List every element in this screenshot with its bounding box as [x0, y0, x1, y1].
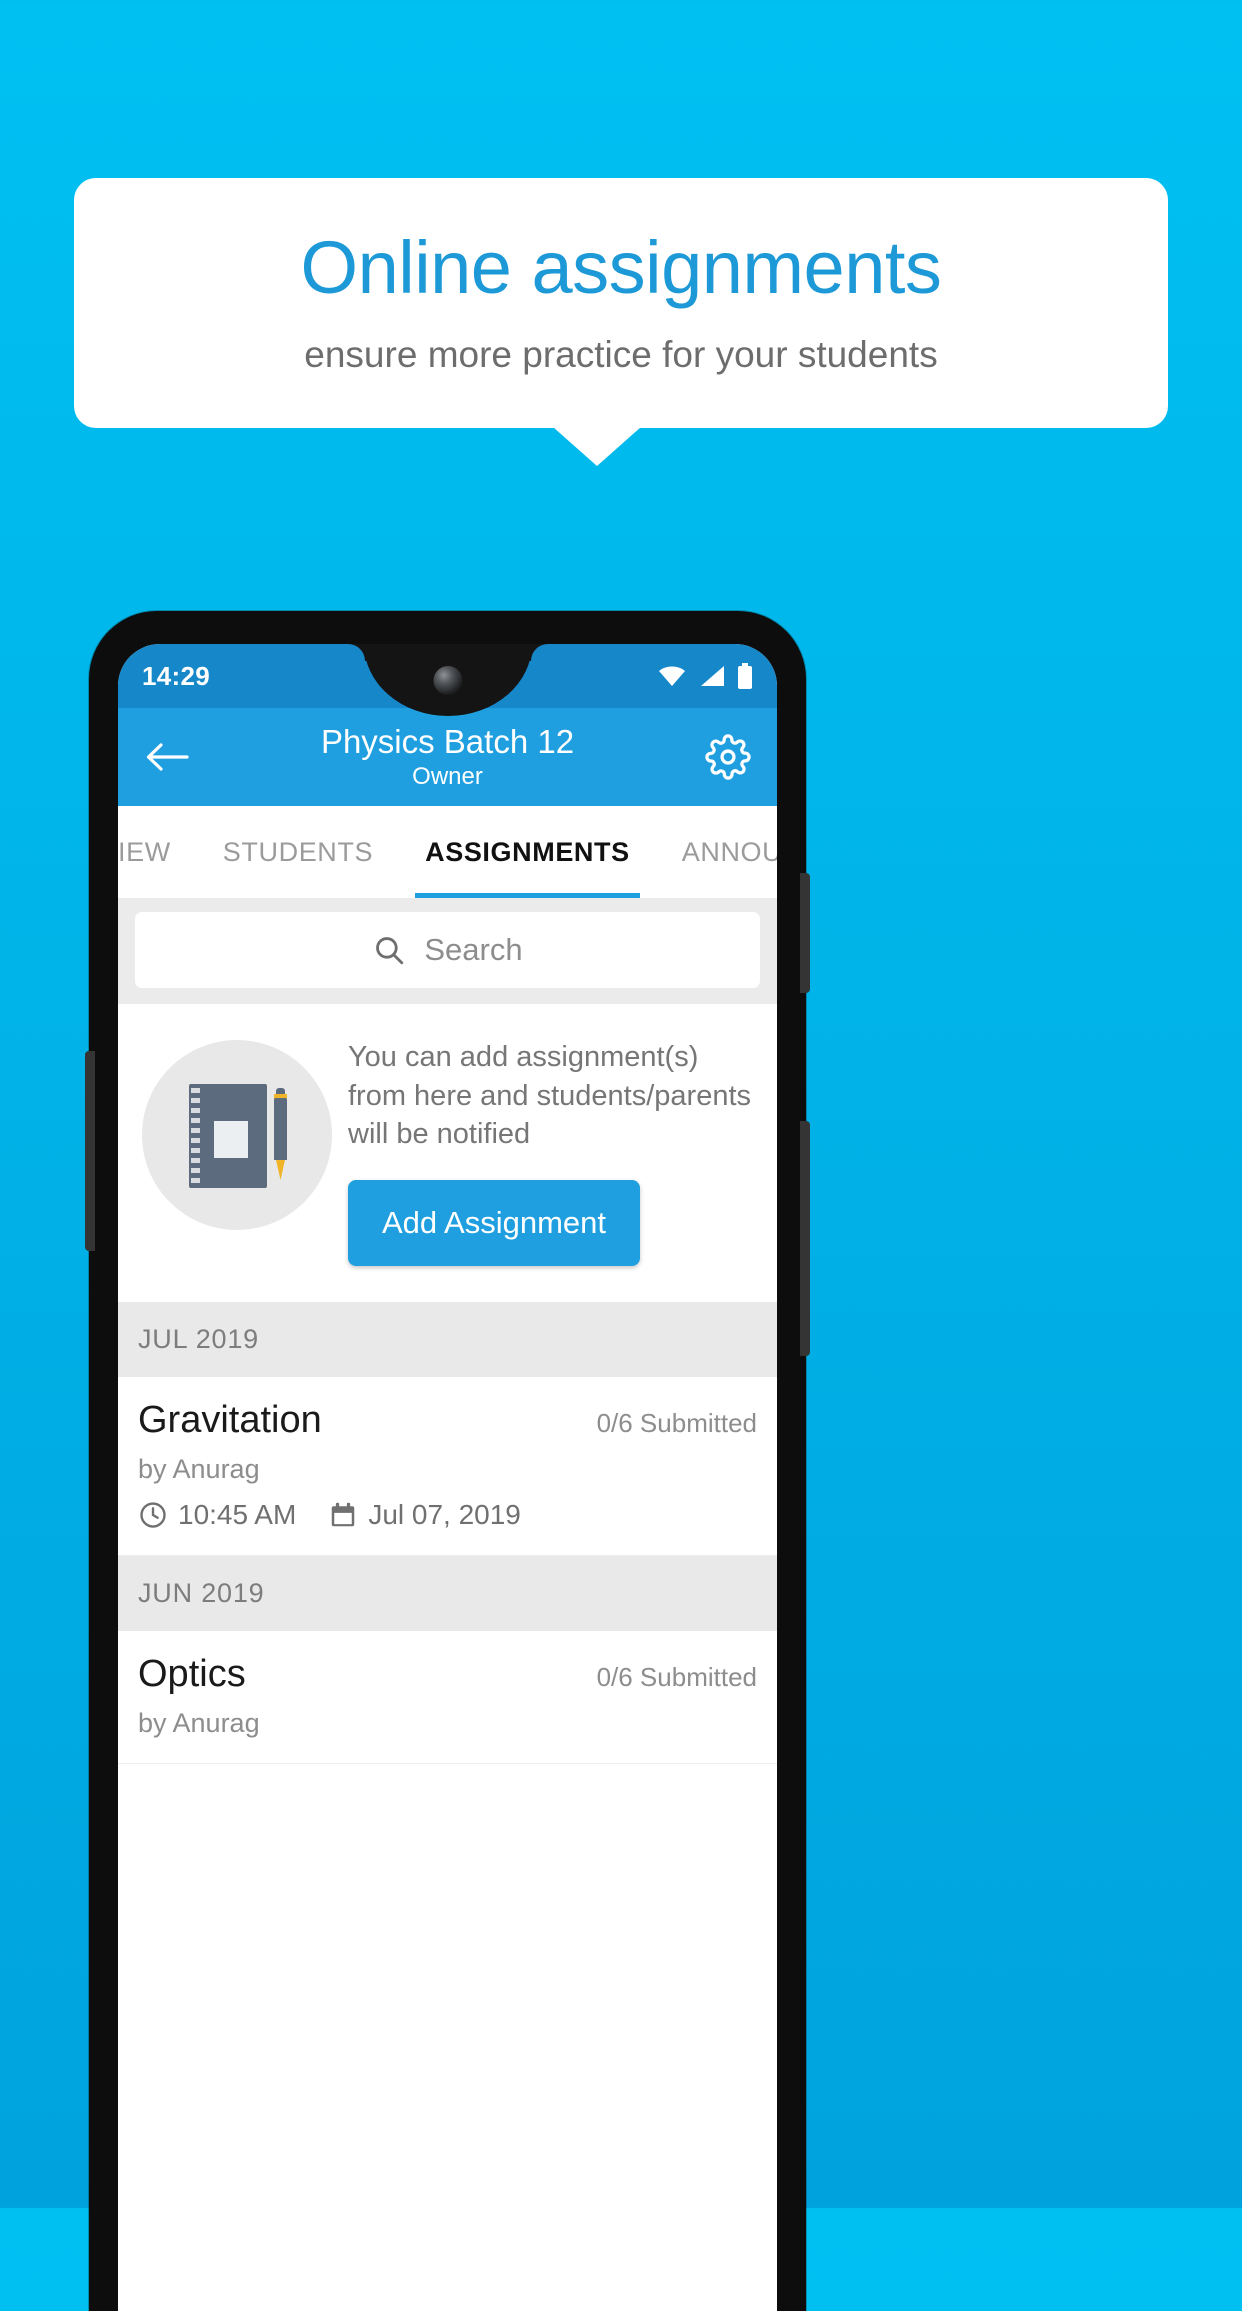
- assignment-status: 0/6 Submitted: [596, 1661, 757, 1692]
- assignment-date: Jul 07, 2019: [368, 1498, 521, 1530]
- assignment-row[interactable]: Gravitation 0/6 Submitted by Anurag 10:4…: [118, 1376, 777, 1556]
- phone-mockup: 14:29 Physics Batch 12 Owner IEW STUDENT…: [85, 611, 810, 2311]
- page-subtitle: Owner: [412, 763, 483, 791]
- front-camera-icon: [433, 666, 462, 695]
- volume-button[interactable]: [85, 1051, 95, 1251]
- calendar-icon: [328, 1500, 358, 1530]
- clock-icon: [138, 1500, 168, 1530]
- tab-overview[interactable]: IEW: [118, 806, 197, 898]
- promo-subtitle: ensure more practice for your students: [304, 333, 938, 375]
- tab-students[interactable]: STUDENTS: [197, 806, 399, 898]
- empty-state-message: You can add assignment(s) from here and …: [348, 1041, 752, 1151]
- pen-shape: [274, 1088, 287, 1184]
- status-icons: [657, 663, 753, 689]
- assignment-author: by Anurag: [138, 1453, 260, 1484]
- add-assignment-button[interactable]: Add Assignment: [348, 1179, 641, 1266]
- month-header: JUN 2019: [118, 1555, 777, 1631]
- phone-screen: 14:29 Physics Batch 12 Owner IEW STUDENT…: [118, 644, 777, 2311]
- page-title: Physics Batch 12: [320, 722, 575, 760]
- notebook-shape: [189, 1084, 267, 1188]
- tab-bar: IEW STUDENTS ASSIGNMENTS ANNOUNCEM: [118, 806, 777, 898]
- assignment-meta: 10:45 AM Jul 07, 2019: [138, 1499, 757, 1531]
- back-button[interactable]: [140, 730, 194, 784]
- settings-button[interactable]: [701, 730, 755, 784]
- assignment-row[interactable]: Optics 0/6 Submitted by Anurag: [118, 1630, 777, 1764]
- assistant-button[interactable]: [800, 1121, 810, 1356]
- search-placeholder: Search: [424, 932, 523, 967]
- search-icon: [372, 933, 406, 967]
- assignment-title: Optics: [138, 1652, 246, 1695]
- battery-icon: [737, 663, 753, 689]
- status-time: 14:29: [142, 660, 210, 691]
- tab-assignments[interactable]: ASSIGNMENTS: [399, 806, 656, 898]
- assignment-status: 0/6 Submitted: [596, 1407, 757, 1438]
- back-arrow-icon: [145, 740, 189, 774]
- assignment-author: by Anurag: [138, 1707, 260, 1738]
- promo-bubble-tail: [553, 427, 641, 466]
- app-bar: Physics Batch 12 Owner: [118, 708, 777, 806]
- promo-bubble: Online assignments ensure more practice …: [74, 178, 1168, 428]
- empty-state-card: You can add assignment(s) from here and …: [118, 1004, 777, 1302]
- display-notch: [363, 644, 532, 716]
- assignment-time: 10:45 AM: [178, 1498, 297, 1530]
- app-bar-titles: Physics Batch 12 Owner: [118, 722, 777, 793]
- wifi-icon: [657, 664, 687, 688]
- assignment-title: Gravitation: [138, 1398, 322, 1441]
- month-header: JUL 2019: [118, 1301, 777, 1377]
- signal-icon: [698, 664, 726, 688]
- search-input[interactable]: Search: [135, 912, 760, 988]
- search-section: Search: [118, 898, 777, 1004]
- promo-title: Online assignments: [300, 225, 942, 309]
- tab-announcements[interactable]: ANNOUNCEM: [656, 806, 777, 898]
- gear-icon: [705, 734, 751, 780]
- power-button[interactable]: [800, 873, 810, 993]
- status-bar: 14:29: [118, 644, 777, 716]
- notebook-and-pen-icon: [142, 1040, 332, 1230]
